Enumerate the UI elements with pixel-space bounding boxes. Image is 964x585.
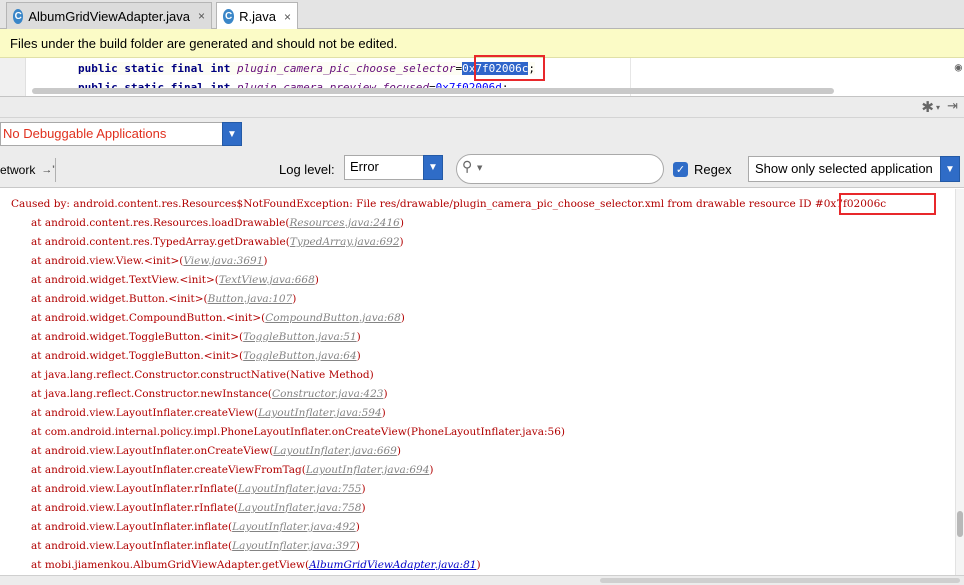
stack-frame-line: at android.view.LayoutInflater.rInflate(…: [31, 483, 366, 495]
source-link[interactable]: Resources.java:2416: [289, 217, 399, 229]
log-level-label: Log level:: [279, 162, 335, 177]
search-field[interactable]: ⚲ ▼: [456, 154, 664, 184]
chevron-down-icon[interactable]: ▼: [222, 122, 242, 146]
log-level-select[interactable]: Error ▼: [344, 155, 443, 180]
source-link[interactable]: View.java:3691: [183, 255, 263, 267]
chevron-down-icon[interactable]: ▼: [940, 156, 960, 182]
search-icon[interactable]: ⚲: [462, 159, 472, 175]
scrollbar-thumb[interactable]: [600, 578, 960, 583]
java-class-icon: C: [223, 9, 235, 24]
horizontal-scrollbar[interactable]: [0, 575, 964, 585]
stack-frame-line: at java.lang.reflect.Constructor.newInst…: [31, 388, 388, 400]
banner-text: Files under the build folder are generat…: [10, 35, 398, 51]
stack-frame-line: at android.content.res.Resources.loadDra…: [31, 217, 404, 229]
search-input[interactable]: [487, 160, 657, 178]
network-tab-label: etwork: [0, 163, 36, 177]
log-line-caused-by: Caused by: android.content.res.Resources…: [11, 198, 887, 210]
close-icon[interactable]: ×: [284, 10, 291, 24]
logcat-output[interactable]: Caused by: android.content.res.Resources…: [0, 189, 955, 575]
app-filter-select[interactable]: Show only selected application ▼: [748, 156, 960, 182]
source-location: Native Method: [290, 369, 370, 381]
log-level-value: Error: [350, 159, 379, 174]
vertical-scrollbar[interactable]: [955, 189, 964, 575]
source-link[interactable]: ToggleButton.java:64: [243, 350, 356, 362]
source-link[interactable]: LayoutInflater.java:594: [258, 407, 382, 419]
source-link[interactable]: LayoutInflater.java:694: [306, 464, 430, 476]
network-tab[interactable]: etwork →": [0, 158, 56, 182]
stack-frame-line: at android.widget.ToggleButton.<init>(To…: [31, 331, 361, 343]
source-link[interactable]: CompoundButton.java:68: [265, 312, 401, 324]
stack-frame-line: at android.view.LayoutInflater.inflate(L…: [31, 540, 360, 552]
scrollbar-thumb[interactable]: [957, 511, 963, 537]
source-link[interactable]: LayoutInflater.java:397: [232, 540, 356, 552]
stack-frame-line: at java.lang.reflect.Constructor.constru…: [31, 369, 374, 381]
app-filter-value: Show only selected application: [755, 161, 933, 176]
source-link[interactable]: LayoutInflater.java:755: [238, 483, 362, 495]
source-link[interactable]: Button.java:107: [208, 293, 293, 305]
source-link[interactable]: AlbumGridViewAdapter.java:81: [309, 559, 476, 571]
device-select[interactable]: No Debuggable Applications ▼: [0, 122, 242, 146]
tab-label: R.java: [239, 9, 276, 24]
stack-frame-line: at android.view.View.<init>(View.java:36…: [31, 255, 268, 267]
stack-frame-line: at android.widget.CompoundButton.<init>(…: [31, 312, 405, 324]
tab-r-java[interactable]: C R.java ×: [216, 2, 298, 30]
stack-frame-line: at android.view.LayoutInflater.createVie…: [31, 464, 434, 476]
source-link[interactable]: ToggleButton.java:51: [243, 331, 356, 343]
divider: [55, 158, 56, 182]
tab-album-grid-view-adapter[interactable]: C AlbumGridViewAdapter.java ×: [6, 2, 212, 29]
highlight-box: [474, 55, 545, 81]
stack-frame-line: at android.widget.TextView.<init>(TextVi…: [31, 274, 319, 286]
stack-frame-line: at android.view.LayoutInflater.onCreateV…: [31, 445, 401, 457]
stack-frame-line: at android.widget.Button.<init>(Button.j…: [31, 293, 297, 305]
source-link[interactable]: Constructor.java:423: [272, 388, 383, 400]
stack-frame-line: at android.view.LayoutInflater.createVie…: [31, 407, 386, 419]
source-link[interactable]: TypedArray.java:692: [290, 236, 400, 248]
logcat-filter-bar: etwork →" Log level: Error ▼ ⚲ ▼ ✓ Regex…: [0, 152, 964, 188]
device-select-value: No Debuggable Applications: [3, 126, 167, 141]
stack-frame-line: at mobi.jiamenkou.AlbumGridViewAdapter.g…: [31, 559, 481, 571]
highlight-box: [839, 193, 936, 215]
regex-checkbox[interactable]: ✓: [673, 162, 688, 177]
gear-icon[interactable]: ✱: [921, 98, 934, 116]
close-icon[interactable]: ×: [198, 9, 205, 23]
chevron-down-icon[interactable]: ▾: [936, 103, 940, 112]
stack-frame-line: at android.view.LayoutInflater.inflate(L…: [31, 521, 360, 533]
editor-gutter: [0, 58, 26, 96]
source-link[interactable]: TextView.java:668: [219, 274, 315, 286]
eye-icon[interactable]: ◉: [955, 60, 962, 74]
tool-window-header: ✱ ▾ ⇥: [0, 96, 964, 118]
source-link[interactable]: LayoutInflater.java:758: [238, 502, 362, 514]
code-line[interactable]: public static final int plugin_camera_pi…: [78, 62, 535, 75]
stack-frame-line: at android.view.LayoutInflater.rInflate(…: [31, 502, 366, 514]
regex-label: Regex: [694, 162, 732, 177]
pin-icon[interactable]: →": [41, 164, 56, 176]
chevron-down-icon[interactable]: ▼: [477, 164, 482, 172]
java-class-icon: C: [13, 8, 24, 24]
horizontal-scrollbar[interactable]: [32, 88, 834, 94]
hide-panel-icon[interactable]: ⇥: [947, 99, 958, 114]
device-toolbar: No Debuggable Applications ▼: [0, 118, 964, 152]
source-link[interactable]: LayoutInflater.java:669: [273, 445, 397, 457]
stack-frame-line: at android.widget.ToggleButton.<init>(To…: [31, 350, 361, 362]
tab-label: AlbumGridViewAdapter.java: [28, 8, 190, 24]
stack-frame-line: at com.android.internal.policy.impl.Phon…: [31, 426, 565, 438]
generated-file-warning-banner: Files under the build folder are generat…: [0, 29, 964, 58]
source-location: PhoneLayoutInflater.java:56: [410, 426, 561, 438]
editor-tab-bar: C AlbumGridViewAdapter.java × C R.java ×: [0, 0, 964, 30]
chevron-down-icon[interactable]: ▼: [423, 155, 443, 180]
source-link[interactable]: LayoutInflater.java:492: [232, 521, 356, 533]
stack-frame-line: at android.content.res.TypedArray.getDra…: [31, 236, 404, 248]
